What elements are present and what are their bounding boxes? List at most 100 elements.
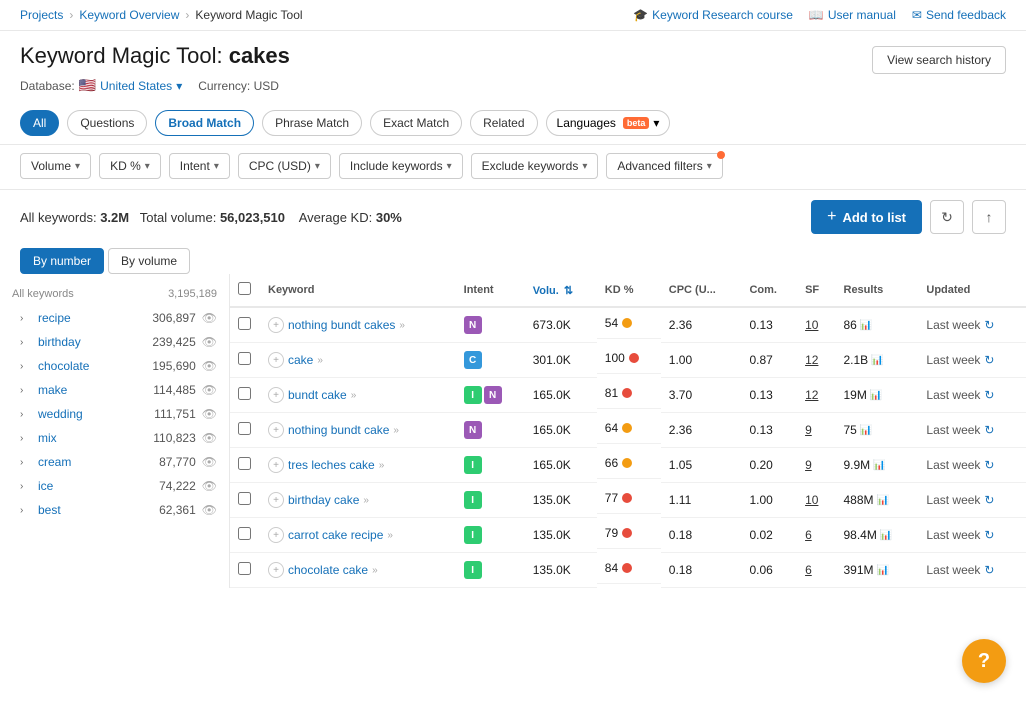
cpc-filter[interactable]: CPC (USD) ▾ (238, 153, 331, 179)
sf-value[interactable]: 12 (805, 388, 818, 402)
row-refresh-icon[interactable]: ↻ (984, 318, 994, 332)
row-checkbox-cell[interactable] (230, 553, 260, 588)
add-keyword-icon[interactable]: + (268, 352, 284, 368)
sidebar-item[interactable]: › wedding 111,751 👁 (0, 402, 229, 426)
include-keywords-filter[interactable]: Include keywords ▾ (339, 153, 463, 179)
row-checkbox[interactable] (238, 562, 251, 575)
sidebar-item[interactable]: › ice 74,222 👁 (0, 474, 229, 498)
sf-value[interactable]: 10 (805, 493, 818, 507)
row-checkbox[interactable] (238, 387, 251, 400)
row-refresh-icon[interactable]: ↻ (984, 528, 994, 542)
row-refresh-icon[interactable]: ↻ (984, 563, 994, 577)
help-button[interactable]: ? (962, 639, 1006, 683)
tab-questions[interactable]: Questions (67, 110, 147, 136)
add-keyword-icon[interactable]: + (268, 387, 284, 403)
keyword-link[interactable]: bundt cake » (288, 388, 356, 402)
row-checkbox[interactable] (238, 527, 251, 540)
user-manual-link[interactable]: 📖 User manual (809, 8, 896, 22)
sf-value[interactable]: 9 (805, 458, 812, 472)
row-checkbox-cell[interactable] (230, 378, 260, 413)
sf-value[interactable]: 6 (805, 528, 812, 542)
advanced-filters-button[interactable]: Advanced filters ▾ (606, 153, 722, 179)
keyword-link[interactable]: carrot cake recipe » (288, 528, 393, 542)
tab-related[interactable]: Related (470, 110, 537, 136)
row-refresh-icon[interactable]: ↻ (984, 388, 994, 402)
export-button[interactable]: ↑ (972, 200, 1006, 234)
add-keyword-icon[interactable]: + (268, 492, 284, 508)
intent-filter[interactable]: Intent ▾ (169, 153, 230, 179)
db-selector[interactable]: United States ▾ (100, 79, 182, 93)
sf-value[interactable]: 12 (805, 353, 818, 367)
row-refresh-icon[interactable]: ↻ (984, 353, 994, 367)
send-feedback-link[interactable]: ✉ Send feedback (912, 8, 1006, 22)
sf-value[interactable]: 6 (805, 563, 812, 577)
eye-icon[interactable]: 👁 (202, 431, 217, 445)
eye-icon[interactable]: 👁 (202, 383, 217, 397)
keyword-column-header[interactable]: Keyword (260, 274, 456, 307)
eye-icon[interactable]: 👁 (202, 503, 217, 517)
keyword-link[interactable]: tres leches cake » (288, 458, 384, 472)
add-keyword-icon[interactable]: + (268, 422, 284, 438)
eye-icon[interactable]: 👁 (202, 359, 217, 373)
eye-icon[interactable]: 👁 (202, 455, 217, 469)
select-all-header[interactable] (230, 274, 260, 307)
breadcrumb-projects[interactable]: Projects (20, 8, 63, 22)
tab-all[interactable]: All (20, 110, 59, 136)
add-to-list-button[interactable]: + Add to list (811, 200, 922, 234)
cpc-column-header[interactable]: CPC (U... (661, 274, 742, 307)
languages-button[interactable]: Languages beta ▾ (546, 110, 671, 136)
keyword-research-course-link[interactable]: 🎓 Keyword Research course (633, 8, 793, 22)
add-keyword-icon[interactable]: + (268, 457, 284, 473)
exclude-keywords-filter[interactable]: Exclude keywords ▾ (471, 153, 599, 179)
refresh-button[interactable]: ↻ (930, 200, 964, 234)
sidebar-item[interactable]: › cream 87,770 👁 (0, 450, 229, 474)
select-all-checkbox[interactable] (238, 282, 251, 295)
eye-icon[interactable]: 👁 (202, 335, 217, 349)
breadcrumb-keyword-overview[interactable]: Keyword Overview (79, 8, 179, 22)
intent-column-header[interactable]: Intent (456, 274, 525, 307)
sf-value[interactable]: 10 (805, 318, 818, 332)
row-refresh-icon[interactable]: ↻ (984, 423, 994, 437)
kd-filter[interactable]: KD % ▾ (99, 153, 161, 179)
keyword-link[interactable]: chocolate cake » (288, 563, 378, 577)
keyword-link[interactable]: cake » (288, 353, 323, 367)
keyword-link[interactable]: nothing bundt cake » (288, 423, 399, 437)
eye-icon[interactable]: 👁 (202, 407, 217, 421)
by-number-button[interactable]: By number (20, 248, 104, 274)
sf-value[interactable]: 9 (805, 423, 812, 437)
row-checkbox-cell[interactable] (230, 518, 260, 553)
sidebar-item[interactable]: › best 62,361 👁 (0, 498, 229, 522)
tab-phrase-match[interactable]: Phrase Match (262, 110, 362, 136)
add-keyword-icon[interactable]: + (268, 562, 284, 578)
sidebar-item[interactable]: › make 114,485 👁 (0, 378, 229, 402)
row-checkbox-cell[interactable] (230, 307, 260, 343)
row-checkbox-cell[interactable] (230, 343, 260, 378)
sidebar-item[interactable]: › birthday 239,425 👁 (0, 330, 229, 354)
updated-column-header[interactable]: Updated (918, 274, 1026, 307)
volume-filter[interactable]: Volume ▾ (20, 153, 91, 179)
sidebar-item[interactable]: › chocolate 195,690 👁 (0, 354, 229, 378)
sf-column-header[interactable]: SF (797, 274, 835, 307)
row-refresh-icon[interactable]: ↻ (984, 493, 994, 507)
view-history-button[interactable]: View search history (872, 46, 1006, 74)
row-checkbox-cell[interactable] (230, 448, 260, 483)
row-checkbox[interactable] (238, 422, 251, 435)
add-keyword-icon[interactable]: + (268, 527, 284, 543)
keyword-link[interactable]: nothing bundt cakes » (288, 318, 405, 332)
results-column-header[interactable]: Results (836, 274, 919, 307)
tab-broad-match[interactable]: Broad Match (155, 110, 254, 136)
row-checkbox[interactable] (238, 317, 251, 330)
row-checkbox[interactable] (238, 492, 251, 505)
eye-icon[interactable]: 👁 (202, 311, 217, 325)
add-keyword-icon[interactable]: + (268, 317, 284, 333)
volume-column-header[interactable]: Volu. ⇅ (525, 274, 597, 307)
row-checkbox-cell[interactable] (230, 483, 260, 518)
keyword-link[interactable]: birthday cake » (288, 493, 369, 507)
by-volume-button[interactable]: By volume (108, 248, 190, 274)
sidebar-item[interactable]: › mix 110,823 👁 (0, 426, 229, 450)
kd-column-header[interactable]: KD % (597, 274, 661, 307)
row-checkbox[interactable] (238, 352, 251, 365)
row-checkbox[interactable] (238, 457, 251, 470)
tab-exact-match[interactable]: Exact Match (370, 110, 462, 136)
sidebar-item[interactable]: › recipe 306,897 👁 (0, 306, 229, 330)
